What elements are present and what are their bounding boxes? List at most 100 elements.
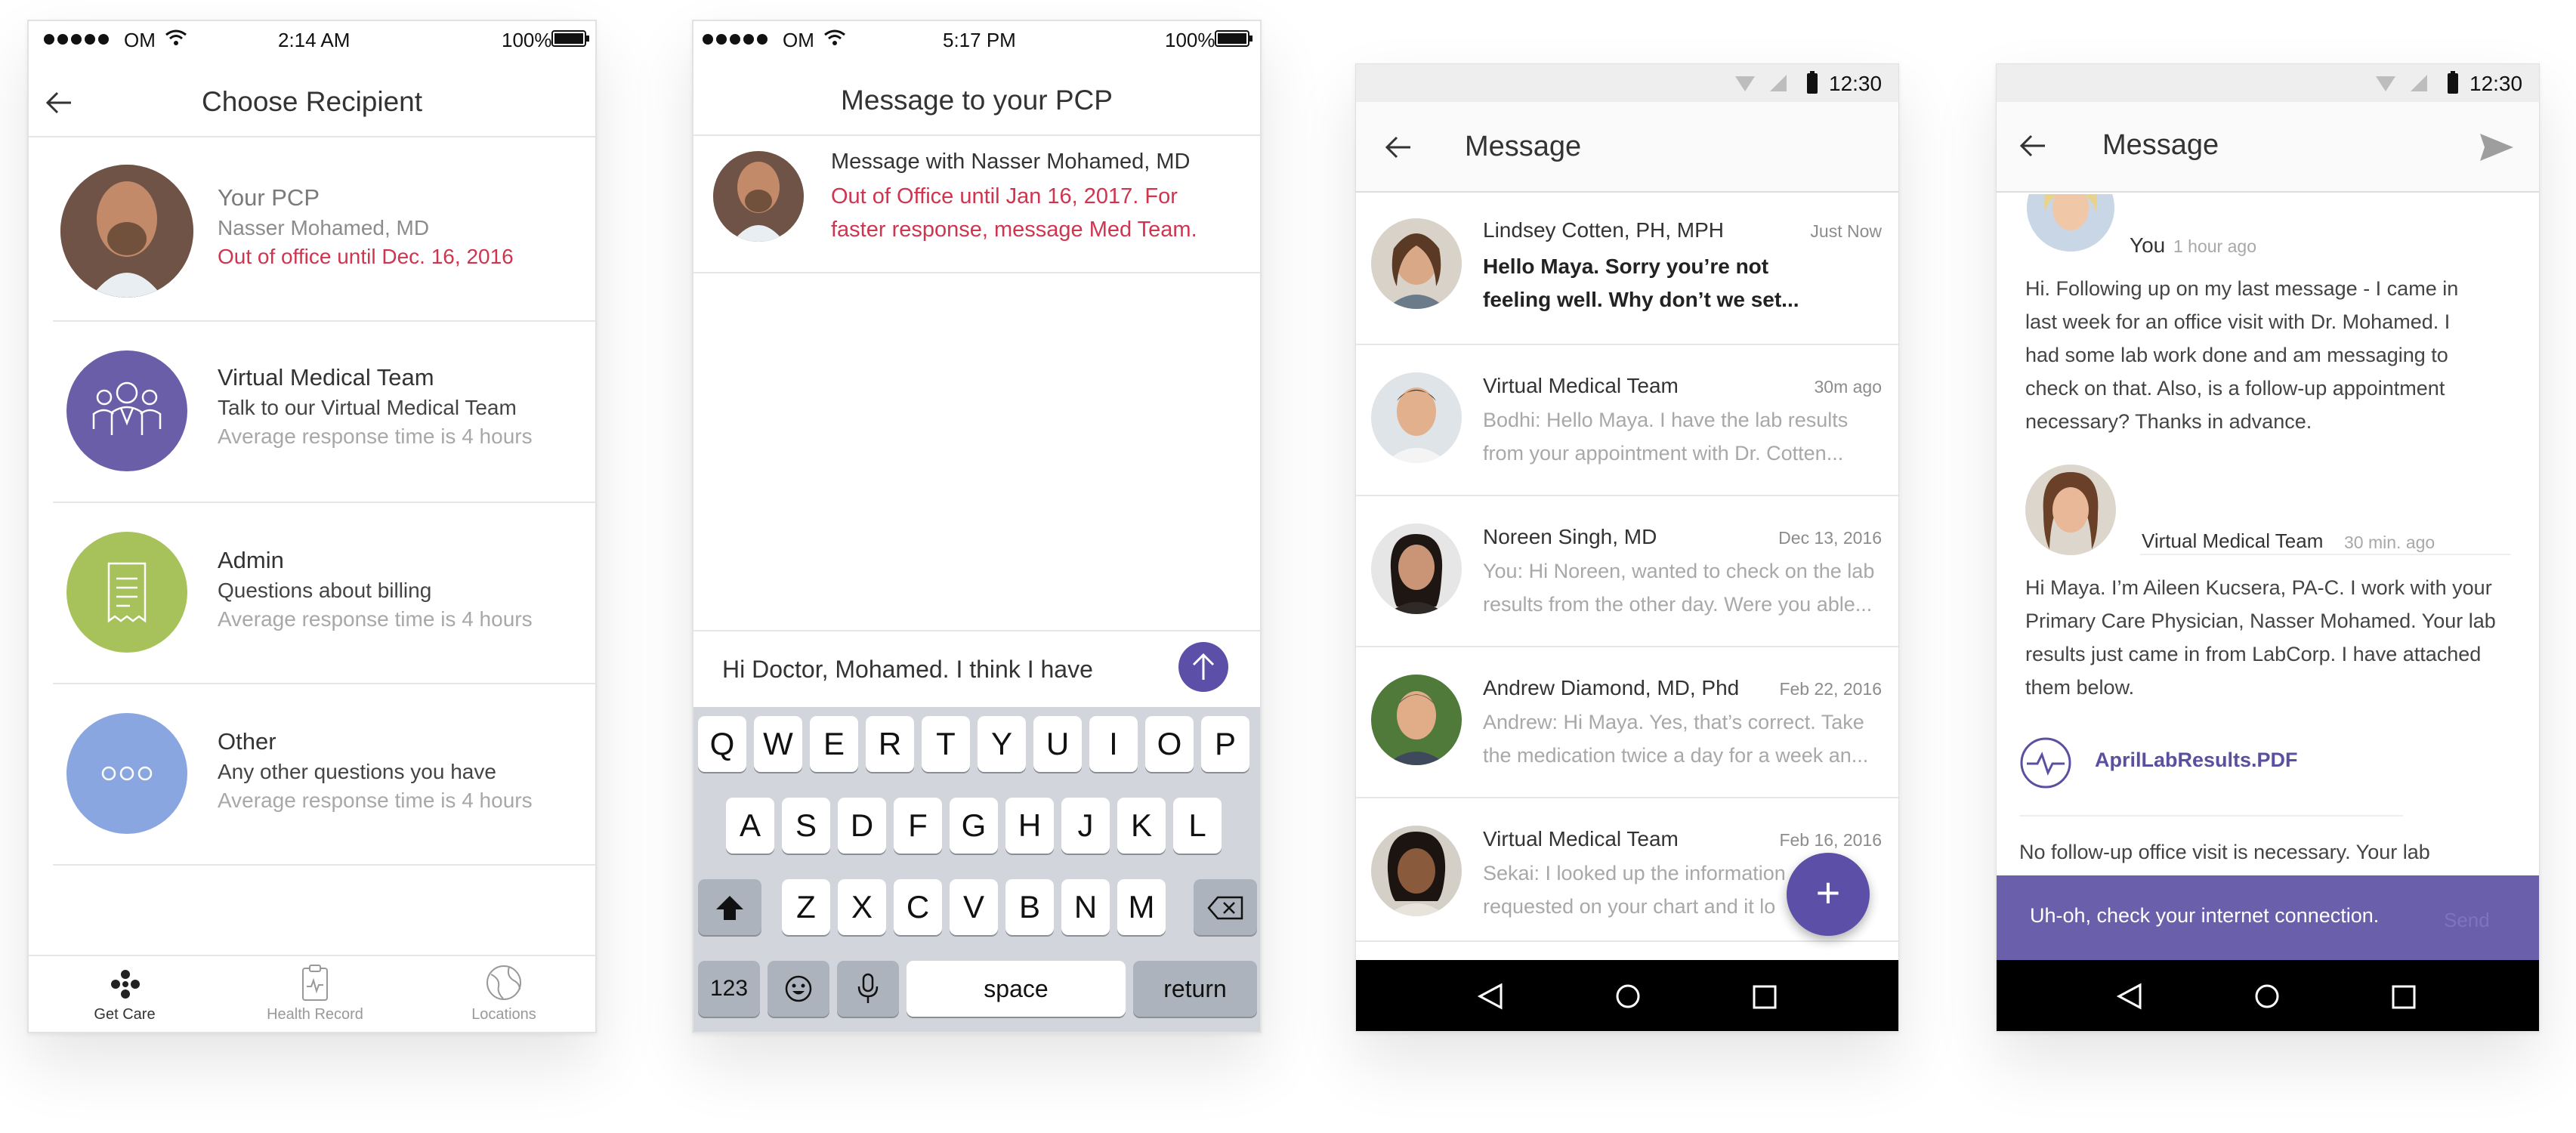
avatar [1371,675,1462,765]
message-line: check on that. Also, is a follow-up appo… [2025,377,2445,400]
thread-item[interactable]: Andrew Diamond, MD, Phd Feb 22, 2016 And… [1356,647,1898,797]
thread-preview: Sekai: I looked up the information [1483,862,1786,884]
status-bar: 12:30 [1997,64,2539,102]
nav-home-icon[interactable] [2253,983,2281,1010]
message-sender: You [2130,233,2166,257]
message-time: 1 hour ago [2173,236,2256,256]
key-p[interactable]: P [1201,716,1249,772]
nav-recents-icon[interactable] [1752,984,1778,1010]
key-c[interactable]: C [894,879,942,935]
send-icon[interactable] [2479,132,2515,162]
recipient-pcp[interactable]: Your PCP Nasser Mohamed, MD Out of offic… [29,139,595,320]
compose-fab[interactable]: + [1787,853,1870,936]
thread-preview: Hello Maya. Sorry you’re not [1483,255,1769,278]
recipient-description: Talk to our Virtual Medical Team [218,396,517,419]
space-key[interactable]: space [907,961,1126,1017]
battery-percent: 100% [502,29,552,51]
snackbar-message: Uh-oh, check your internet connection. [2030,904,2380,927]
key-d[interactable]: D [838,798,886,854]
tab-label: Locations [471,1006,536,1023]
thread-item[interactable]: Lindsey Cotten, PH, MPH Just Now Hello M… [1356,194,1898,344]
key-b[interactable]: B [1005,879,1054,935]
divider [693,272,1260,273]
nav-back-icon[interactable] [1477,983,1504,1010]
send-button[interactable] [1178,642,1228,692]
thread-sender: Lindsey Cotten, PH, MPH [1483,218,1725,242]
key-o[interactable]: O [1145,716,1194,772]
recipient-name: Nasser Mohamed, MD [218,216,430,239]
nav-recents-icon[interactable] [2391,984,2417,1010]
key-t[interactable]: T [922,716,970,772]
thread-time: Just Now [1810,221,1882,241]
message-line: Hi. Following up on my last message - I … [2025,277,2459,300]
key-m[interactable]: M [1117,879,1166,935]
pulse-file-icon [2020,737,2071,789]
android-nav-bar [1356,960,1898,1031]
wifi-icon [1735,76,1755,91]
numbers-key[interactable]: 123 [698,961,760,1017]
key-a[interactable]: A [726,798,774,854]
team-avatar [2025,465,2116,555]
avatar [1371,218,1462,309]
recipient-other[interactable]: Other Any other questions you have Avera… [29,684,595,866]
keyboard: Q W E R T Y U I O P A S D F G H J K L Z … [693,707,1260,1032]
battery-icon [2448,71,2458,94]
pcp-avatar [60,165,193,298]
tab-locations[interactable]: Locations [409,956,595,1032]
key-q[interactable]: Q [698,716,746,772]
get-care-icon [111,970,140,999]
recipient-title: Admin [218,547,284,573]
android-nav-bar [1997,960,2539,1031]
emoji-key[interactable] [768,961,829,1017]
tab-health-record[interactable]: Health Record [221,956,409,1032]
dictation-key[interactable] [837,961,899,1017]
row-divider [53,864,595,866]
key-g[interactable]: G [950,798,998,854]
key-e[interactable]: E [810,716,858,772]
key-n[interactable]: N [1061,879,1110,935]
thread-preview-2: the medication twice a day for a week an… [1483,744,1869,767]
key-h[interactable]: H [1005,798,1054,854]
nav-back-icon[interactable] [2116,983,2143,1010]
key-l[interactable]: L [1173,798,1222,854]
backspace-key[interactable] [1194,879,1257,935]
key-r[interactable]: R [866,716,914,772]
key-x[interactable]: X [838,879,886,935]
thread-time: Dec 13, 2016 [1778,528,1882,548]
key-z[interactable]: Z [782,879,830,935]
wifi-icon [824,29,845,45]
key-f[interactable]: F [894,798,942,854]
shift-key[interactable] [698,879,761,935]
message-divider [2019,815,2403,817]
back-arrow-icon[interactable] [1383,132,1413,162]
key-u[interactable]: U [1033,716,1082,772]
key-k[interactable]: K [1117,798,1166,854]
key-v[interactable]: V [950,879,998,935]
key-i[interactable]: I [1089,716,1138,772]
battery-icon [1215,30,1252,47]
attachment-link[interactable]: AprilLabResults.PDF [2019,732,2352,792]
tab-get-care[interactable]: Get Care [29,956,221,1032]
nav-home-icon[interactable] [1614,983,1642,1010]
header-divider [693,134,1260,136]
key-w[interactable]: W [754,716,802,772]
recipient-admin[interactable]: Admin Questions about billing Average re… [29,503,595,684]
message-line: results just came in from LabCorp. I hav… [2025,643,2482,665]
key-s[interactable]: S [782,798,830,854]
battery-icon [551,30,589,47]
thread-item[interactable]: Virtual Medical Team 30m ago Bodhi: Hell… [1356,345,1898,495]
conversation: You 1 hour ago Hi. Following up on my la… [1997,194,2539,960]
key-j[interactable]: J [1061,798,1110,854]
back-arrow-icon[interactable] [2018,131,2048,161]
snackbar-send-action[interactable]: Send [2444,909,2490,932]
response-time: Average response time is 4 hours [218,789,533,812]
thread-item[interactable]: Noreen Singh, MD Dec 13, 2016 You: Hi No… [1356,496,1898,646]
recipient-virtual-team[interactable]: Virtual Medical Team Talk to our Virtual… [29,322,595,503]
key-y[interactable]: Y [978,716,1026,772]
app-bar: Message [1356,102,1898,193]
status-bar: OM 2:14 AM 100% [29,21,595,57]
message-input[interactable]: Hi Doctor, Mohamed. I think I have [722,656,1093,684]
message-line: had some lab work done and am messaging … [2025,344,2448,366]
return-key[interactable]: return [1133,961,1257,1017]
message-detail-screen: 12:30 Message You 1 hour ago Hi. Followi… [1996,63,2540,1032]
